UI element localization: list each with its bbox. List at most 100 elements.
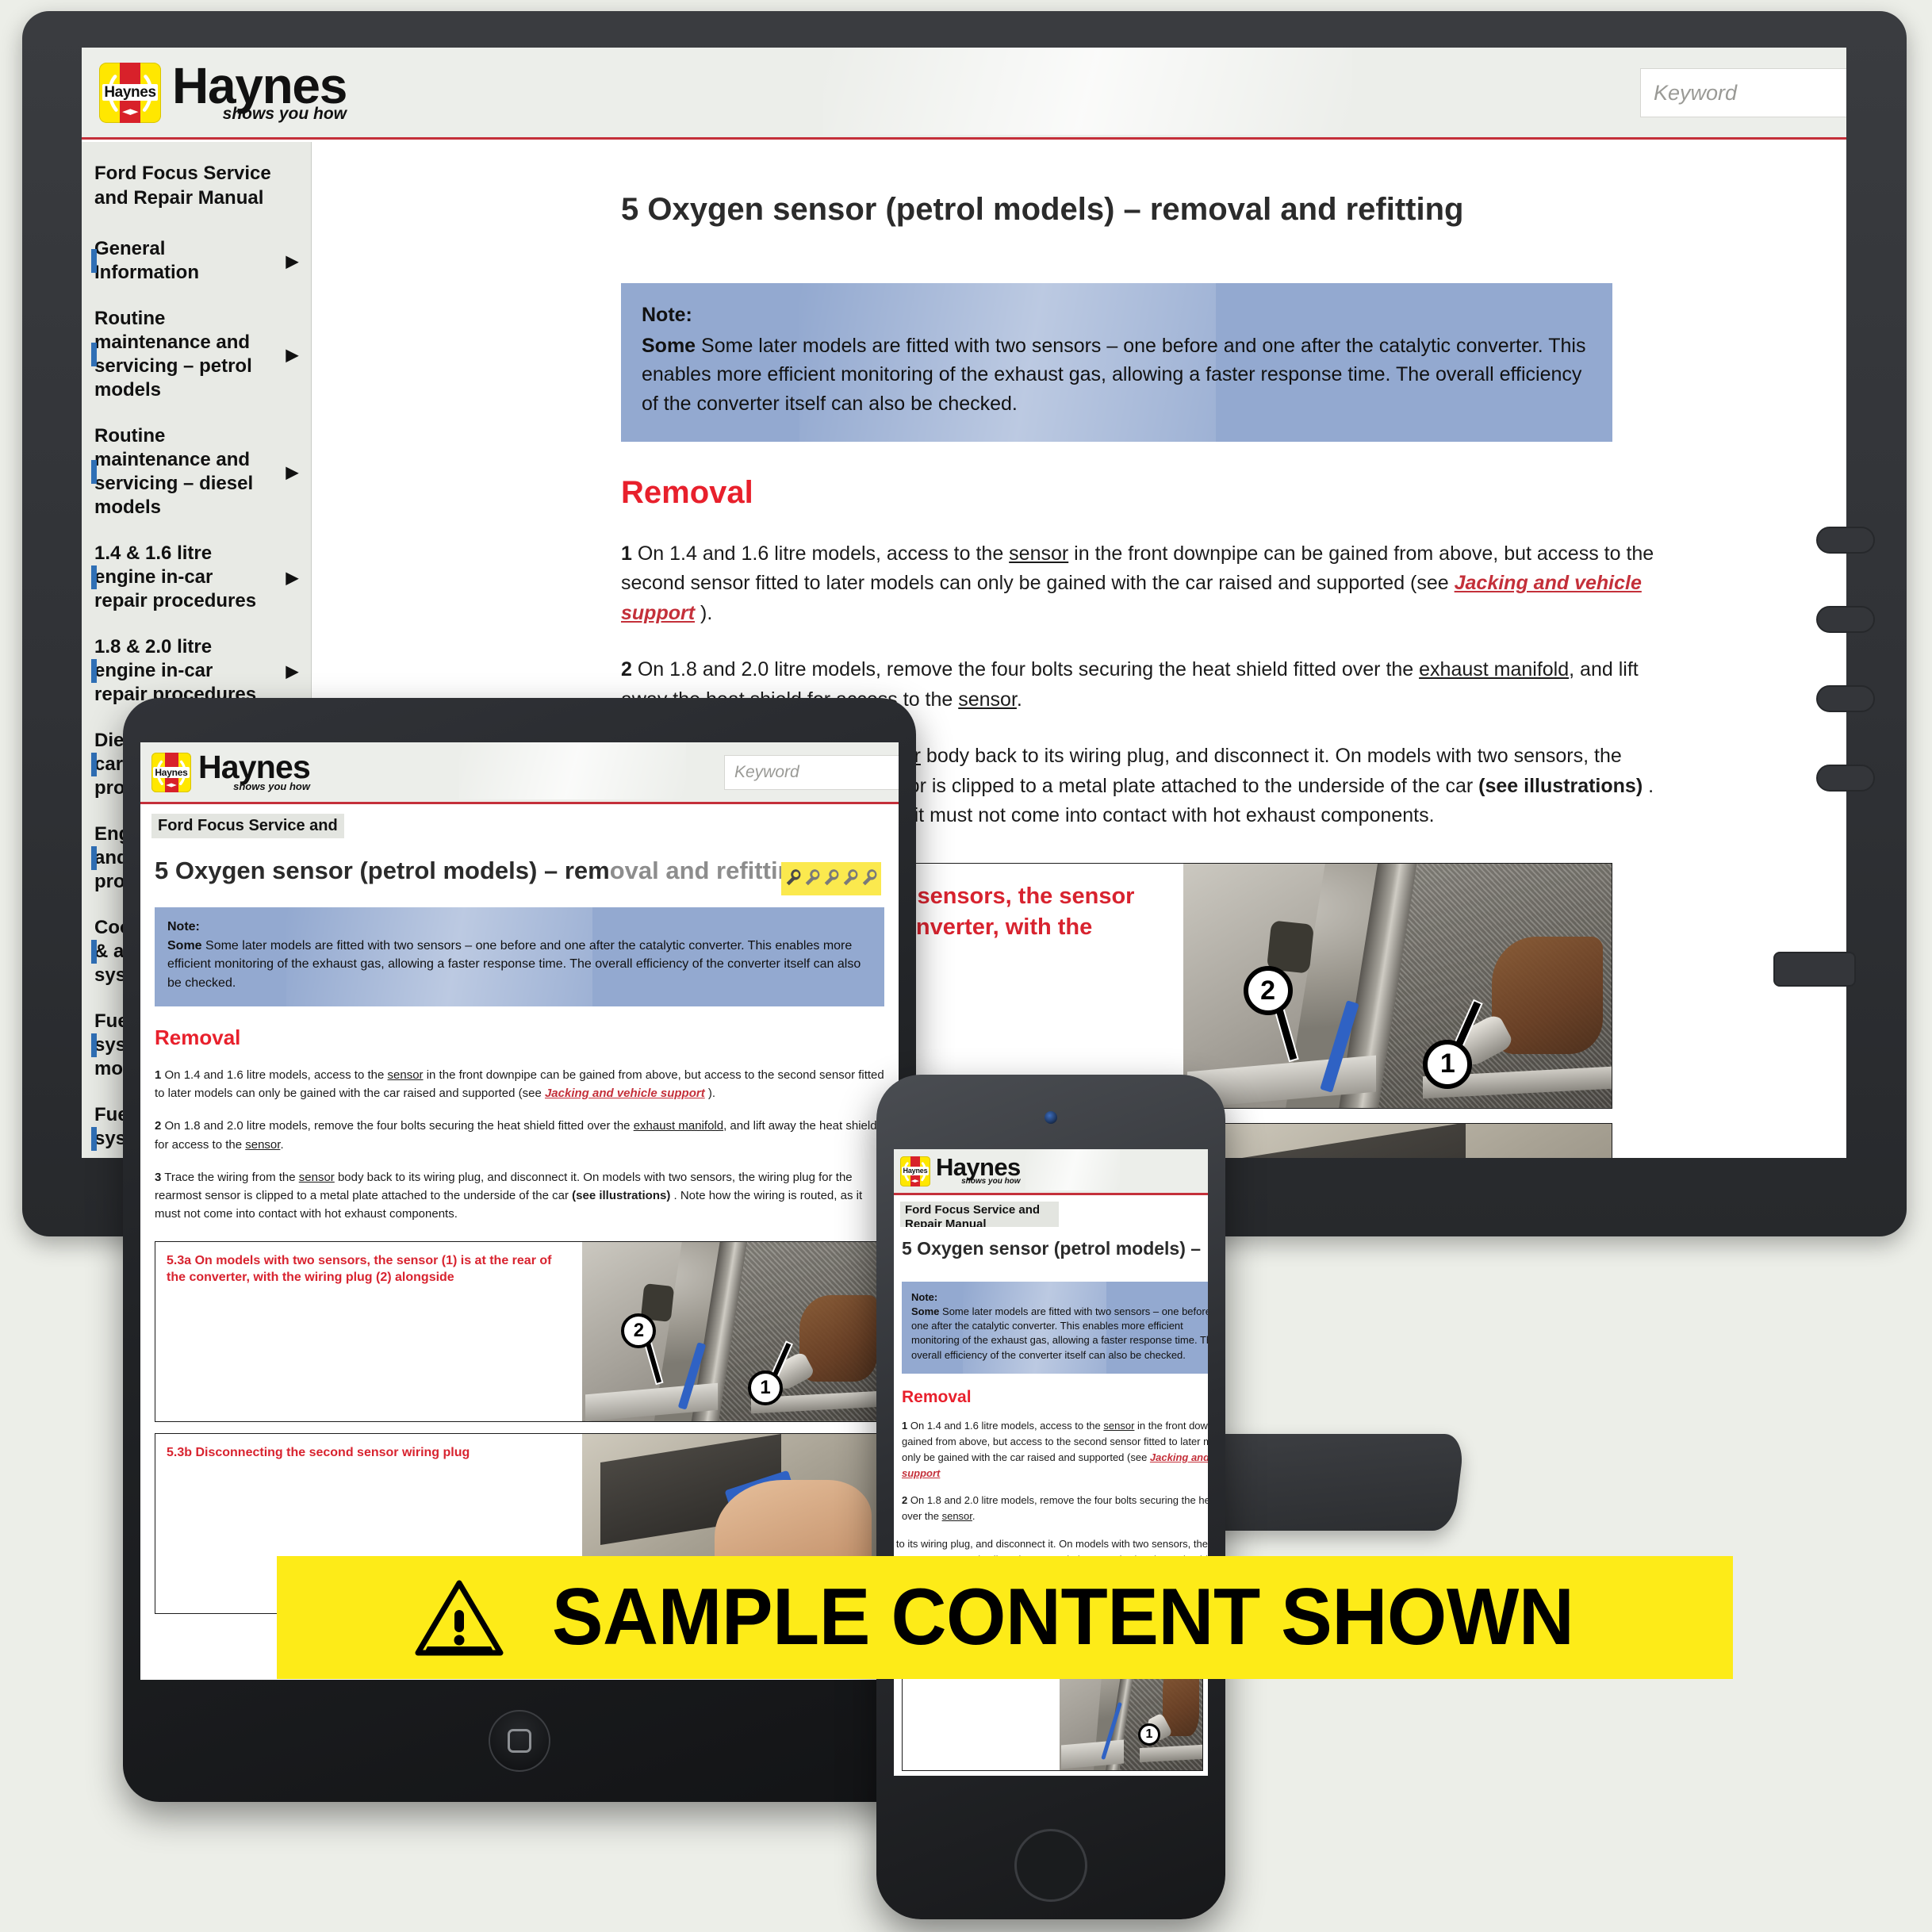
callout-2: 2 (621, 1313, 657, 1348)
haynes-wordmark: Haynes (172, 56, 347, 114)
note-block: Note: Some Some later models are fitted … (621, 283, 1612, 442)
search-placeholder: Keyword (734, 763, 799, 781)
step-text: On 1.4 and 1.6 litre models, access to t… (164, 1068, 388, 1082)
see-illustrations-ref[interactable]: (see illustrations) (572, 1189, 670, 1202)
figure-5-3a: 5.3a On models with two sensors, the sen… (155, 1240, 884, 1422)
article-title: 5 Oxygen sensor (petrol models) – remova… (621, 192, 1464, 227)
tablet-header: Haynes Haynes shows you how Keyword (140, 742, 899, 804)
sidebar-tick (91, 940, 97, 964)
phone-home-button[interactable] (1014, 1829, 1087, 1902)
glossary-link-sensor[interactable]: sensor (388, 1068, 424, 1082)
monitor-select-button[interactable] (1816, 765, 1875, 792)
warning-triangle-icon (415, 1580, 504, 1655)
spanner-icon (805, 869, 820, 886)
chevron-right-icon: ▶ (286, 252, 298, 270)
sidebar-tick (91, 753, 97, 777)
step-number: 2 (902, 1494, 908, 1507)
note-lead-word: Some (642, 335, 696, 357)
callout-1: 1 (1423, 1039, 1473, 1089)
step-text: On 1.8 and 2.0 litre models, remove the … (637, 658, 1420, 681)
sidebar-tick (91, 1033, 97, 1058)
glossary-link-sensor[interactable]: sensor (299, 1171, 335, 1184)
article-title-dim: oval and refitting (609, 857, 808, 884)
glossary-link-exhaust-manifold[interactable]: exhaust manifold (634, 1119, 723, 1133)
step-text: . (972, 1510, 976, 1523)
difficulty-rating (781, 862, 881, 895)
sidebar-tick (91, 249, 97, 274)
sidebar-item-routine-maintenance-petrol[interactable]: Routine maintenance and servicing – petr… (91, 307, 298, 402)
monitor-menu-button[interactable] (1816, 527, 1875, 554)
monitor-up-button[interactable] (1816, 606, 1875, 633)
step-2: 2 On 1.8 and 2.0 litre models, remove th… (155, 1117, 884, 1154)
heading-removal: Removal (621, 474, 753, 510)
sidebar-item-label: Routine maintenance and servicing – petr… (94, 308, 252, 401)
cross-reference-link[interactable]: Jacking and vehicle support (545, 1087, 705, 1100)
article-title: 5 Oxygen sensor (petrol models) – remova… (155, 856, 884, 885)
sidebar-item-general-information[interactable]: General Information ▶ (91, 237, 298, 285)
callout-1: 1 (1138, 1723, 1160, 1746)
haynes-logo[interactable]: Haynes Haynes shows you how (900, 1155, 1021, 1186)
note-block: Note: Some Some later models are fitted … (155, 907, 884, 1006)
heading-removal: Removal (902, 1387, 972, 1406)
figure-caption: 5.3a On models with two sensors, the sen… (167, 1253, 552, 1285)
figure-image (1183, 1123, 1612, 1158)
glossary-link-sensor[interactable]: sensor (1009, 542, 1068, 565)
glossary-link-sensor[interactable]: sensor (245, 1138, 280, 1152)
glossary-link-sensor[interactable]: sensor (958, 688, 1017, 711)
article-title: 5 Oxygen sensor (petrol models) – (902, 1238, 1202, 1259)
tablet-home-button[interactable] (489, 1710, 550, 1772)
chevron-right-icon: ▶ (286, 569, 298, 587)
sidebar-item-18-20-litre-engine[interactable]: 1.8 & 2.0 litre engine in-car repair pro… (91, 635, 298, 707)
haynes-badge-label: Haynes (901, 1167, 930, 1175)
sidebar-item-label: General Information (94, 238, 199, 284)
monitor-power-button[interactable] (1773, 952, 1856, 987)
note-label: Note: (167, 920, 200, 934)
glossary-link-exhaust-manifold[interactable]: exhaust manifold (1419, 658, 1569, 680)
search-placeholder: Keyword (1654, 80, 1738, 105)
spanner-icon (786, 869, 801, 886)
article-title-bold: 5 Oxygen sensor (petrol models) – rem (155, 857, 610, 884)
step-text: . (280, 1137, 284, 1152)
step-text: ). (695, 601, 713, 624)
haynes-wordmark: Haynes (198, 749, 311, 786)
sidebar-item-label: 1.4 & 1.6 litre engine in-car repair pro… (94, 542, 257, 612)
step-1: 1 On 1.4 and 1.6 litre models, access to… (902, 1418, 1208, 1482)
monitor-button-panel[interactable] (1773, 527, 1875, 987)
phone-screen: Haynes Haynes shows you how Ford Focus S… (894, 1149, 1208, 1776)
sidebar-tick (91, 1127, 97, 1152)
glossary-link-sensor[interactable]: sensor (1103, 1420, 1134, 1432)
phone-page: Haynes Haynes shows you how Ford Focus S… (894, 1149, 1208, 1776)
step-text: Trace the wiring from the (164, 1170, 299, 1184)
step-number: 1 (902, 1419, 908, 1432)
haynes-logo[interactable]: Haynes Haynes shows you how (151, 749, 311, 792)
step-number: 2 (155, 1119, 162, 1133)
step-1: 1 On 1.4 and 1.6 litre models, access to… (621, 539, 1668, 629)
sidebar-tick (91, 659, 97, 684)
sidebar-tick (91, 846, 97, 871)
chevron-right-icon: ▶ (286, 346, 298, 364)
breadcrumb[interactable]: Ford Focus Service and (151, 814, 344, 838)
step-2: 2 On 1.8 and 2.0 litre models, remove th… (902, 1493, 1208, 1524)
sidebar-tick (91, 460, 97, 485)
spanner-icon (843, 869, 858, 886)
step-number: 3 (155, 1170, 162, 1184)
sidebar-item-routine-maintenance-diesel[interactable]: Routine maintenance and servicing – dies… (91, 424, 298, 519)
callout-1: 1 (748, 1370, 783, 1406)
tablet-screen: Haynes Haynes shows you how Keyword Ford… (140, 742, 899, 1680)
search-input[interactable]: Keyword (1640, 68, 1846, 117)
step-3: 3 Trace the wiring from the sensor body … (155, 1168, 884, 1224)
step-text: On 1.4 and 1.6 litre models, access to t… (910, 1419, 1104, 1432)
note-block: Note: Some Some later models are fitted … (902, 1282, 1208, 1374)
monitor-down-button[interactable] (1816, 685, 1875, 712)
haynes-logo[interactable]: Haynes Haynes shows you how (99, 56, 347, 123)
glossary-link-sensor[interactable]: sensor (942, 1510, 972, 1522)
chevron-right-icon: ▶ (286, 662, 298, 680)
see-illustrations-ref[interactable]: (see illustrations) (1478, 775, 1643, 797)
phone-header: Haynes Haynes shows you how (894, 1149, 1208, 1195)
desktop-header: Haynes Haynes shows you how Keyword (82, 48, 1846, 140)
note-lead-word: Some (167, 939, 202, 953)
spanner-icon (824, 869, 839, 886)
search-input[interactable]: Keyword (724, 755, 899, 790)
sidebar-item-14-16-litre-engine[interactable]: 1.4 & 1.6 litre engine in-car repair pro… (91, 542, 298, 613)
note-label: Note: (911, 1291, 938, 1303)
